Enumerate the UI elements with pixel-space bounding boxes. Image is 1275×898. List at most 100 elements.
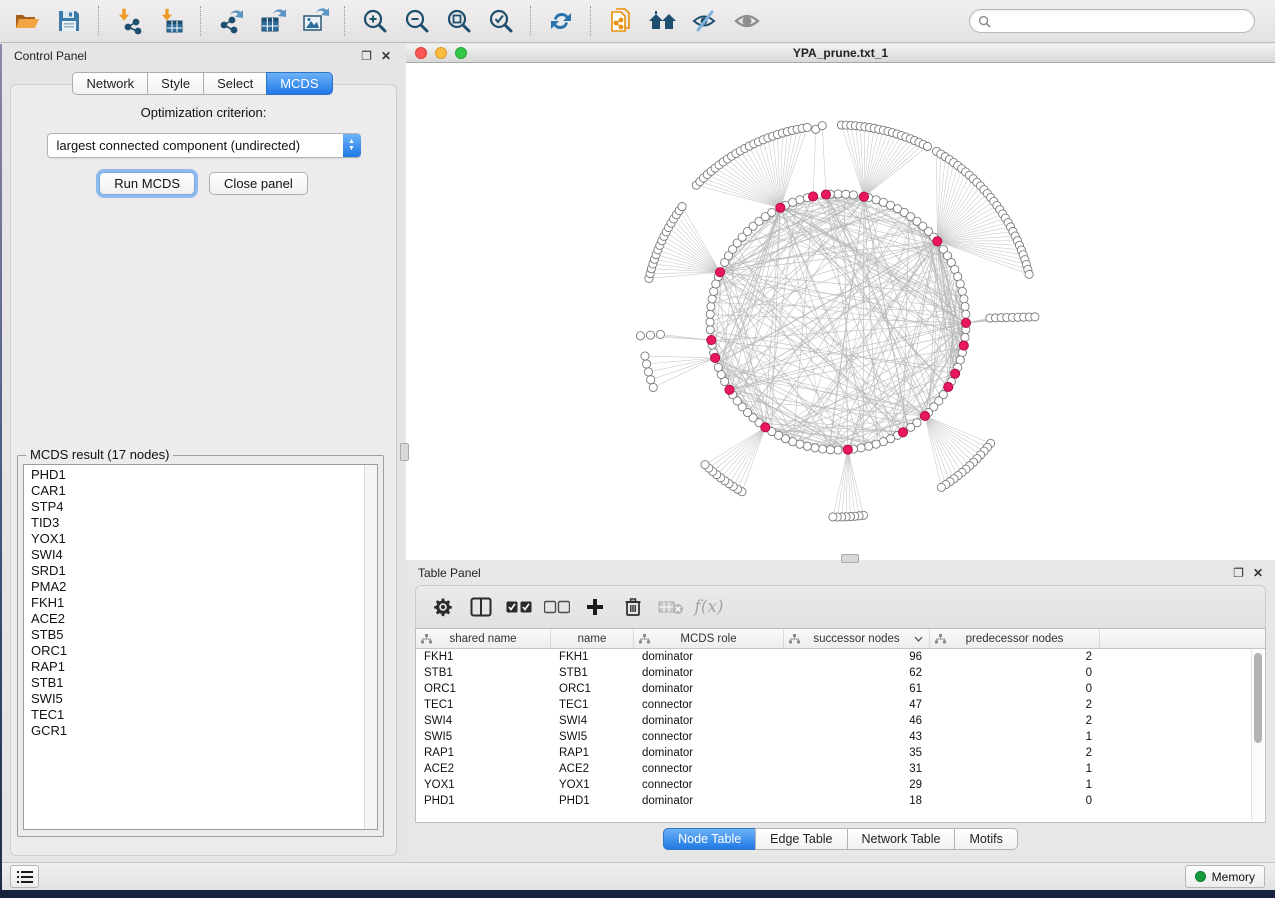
satellite-node[interactable]: [818, 122, 826, 130]
table-cell[interactable]: dominator: [634, 795, 784, 807]
mcds-dominator-node[interactable]: [821, 190, 830, 199]
search-input[interactable]: [996, 13, 1246, 29]
table-row[interactable]: SWI4SWI4dominator462: [416, 713, 1265, 729]
table-row[interactable]: TEC1TEC1connector472: [416, 697, 1265, 713]
satellite-node[interactable]: [642, 360, 650, 368]
network-node[interactable]: [857, 444, 865, 452]
table-cell[interactable]: YOX1: [551, 779, 634, 791]
mcds-result-item[interactable]: TEC1: [31, 707, 377, 723]
tab-style[interactable]: Style: [147, 72, 203, 95]
tab-select[interactable]: Select: [203, 72, 266, 95]
result-list-scrollbar[interactable]: [364, 465, 377, 829]
zoom-out-icon[interactable]: [399, 4, 435, 38]
mcds-dominator-node[interactable]: [725, 385, 734, 394]
table-cell[interactable]: 46: [784, 715, 930, 727]
satellite-node[interactable]: [656, 330, 664, 338]
table-cell[interactable]: ORC1: [551, 683, 634, 695]
table-cell[interactable]: dominator: [634, 747, 784, 759]
network-node[interactable]: [818, 445, 826, 453]
delete-table-icon[interactable]: [654, 591, 688, 623]
table-row[interactable]: SWI5SWI5connector431: [416, 729, 1265, 745]
network-node[interactable]: [842, 190, 850, 198]
column-header-predecessor-nodes[interactable]: predecessor nodes: [930, 629, 1100, 648]
mcds-dominator-node[interactable]: [761, 423, 770, 432]
mcds-dominator-node[interactable]: [961, 318, 970, 327]
table-cell[interactable]: 1: [930, 763, 1100, 775]
mcds-result-item[interactable]: RAP1: [31, 659, 377, 675]
close-table-panel-icon[interactable]: ✕: [1253, 567, 1263, 579]
mcds-dominator-node[interactable]: [933, 237, 942, 246]
network-node[interactable]: [961, 333, 969, 341]
satellite-node[interactable]: [636, 332, 644, 340]
satellite-node[interactable]: [678, 203, 686, 211]
table-cell[interactable]: 2: [930, 699, 1100, 711]
table-cell[interactable]: FKH1: [416, 651, 551, 663]
table-cell[interactable]: 18: [784, 795, 930, 807]
network-node[interactable]: [714, 363, 722, 371]
mcds-dominator-node[interactable]: [951, 369, 960, 378]
table-cell[interactable]: SWI4: [551, 715, 634, 727]
table-scrollbar-thumb[interactable]: [1254, 653, 1262, 743]
satellite-node[interactable]: [1025, 270, 1033, 278]
table-scrollbar[interactable]: [1251, 649, 1263, 820]
table-cell[interactable]: ACE2: [551, 763, 634, 775]
mcds-dominator-node[interactable]: [707, 335, 716, 344]
table-cell[interactable]: connector: [634, 779, 784, 791]
mcds-result-item[interactable]: SWI4: [31, 547, 377, 563]
network-node[interactable]: [826, 446, 834, 454]
table-cell[interactable]: STB1: [551, 667, 634, 679]
first-neighbors-icon[interactable]: [645, 4, 681, 38]
table-cell[interactable]: dominator: [634, 651, 784, 663]
network-node[interactable]: [710, 287, 718, 295]
table-cell[interactable]: connector: [634, 699, 784, 711]
import-network-icon[interactable]: [111, 4, 147, 38]
table-cell[interactable]: 31: [784, 763, 930, 775]
table-cell[interactable]: FKH1: [551, 651, 634, 663]
export-network-icon[interactable]: [213, 4, 249, 38]
satellite-node[interactable]: [829, 513, 837, 521]
mcds-result-item[interactable]: PHD1: [31, 467, 377, 483]
table-cell[interactable]: 1: [930, 731, 1100, 743]
open-session-icon[interactable]: [9, 4, 45, 38]
table-cell[interactable]: TEC1: [551, 699, 634, 711]
table-row[interactable]: PHD1PHD1dominator180: [416, 793, 1265, 809]
network-node[interactable]: [796, 196, 804, 204]
add-column-icon[interactable]: [578, 591, 612, 623]
network-window-titlebar[interactable]: YPA_prune.txt_1: [406, 44, 1275, 63]
satellite-node[interactable]: [649, 383, 657, 391]
mcds-result-item[interactable]: ORC1: [31, 643, 377, 659]
table-cell[interactable]: 0: [930, 795, 1100, 807]
table-cell[interactable]: SWI5: [551, 731, 634, 743]
close-panel-button[interactable]: Close panel: [209, 172, 308, 195]
import-table-icon[interactable]: [153, 4, 189, 38]
memory-button[interactable]: Memory: [1185, 865, 1265, 888]
column-header-MCDS-role[interactable]: MCDS role: [634, 629, 784, 648]
table-cell[interactable]: STB1: [416, 667, 551, 679]
satellite-node[interactable]: [937, 483, 945, 491]
satellite-node[interactable]: [644, 368, 652, 376]
column-header-name[interactable]: name: [551, 629, 634, 648]
mcds-result-item[interactable]: TID3: [31, 515, 377, 531]
criterion-dropdown[interactable]: largest connected component (undirected)…: [47, 133, 361, 158]
mcds-dominator-node[interactable]: [776, 203, 785, 212]
table-cell[interactable]: TEC1: [416, 699, 551, 711]
mcds-result-item[interactable]: STB1: [31, 675, 377, 691]
export-table-icon[interactable]: [255, 4, 291, 38]
tab-edge-table[interactable]: Edge Table: [755, 828, 846, 850]
table-cell[interactable]: 96: [784, 651, 930, 663]
satellite-node[interactable]: [641, 352, 649, 360]
network-node[interactable]: [811, 444, 819, 452]
export-image-icon[interactable]: [297, 4, 333, 38]
vertical-splitter-handle[interactable]: [400, 443, 409, 461]
mcds-dominator-node[interactable]: [898, 428, 907, 437]
tab-motifs[interactable]: Motifs: [954, 828, 1017, 850]
network-node[interactable]: [872, 440, 880, 448]
tab-network[interactable]: Network: [72, 72, 147, 95]
table-cell[interactable]: SWI4: [416, 715, 551, 727]
mcds-dominator-node[interactable]: [944, 382, 953, 391]
table-cell[interactable]: connector: [634, 763, 784, 775]
table-options-gear-icon[interactable]: [426, 591, 460, 623]
table-cell[interactable]: PHD1: [551, 795, 634, 807]
table-cell[interactable]: dominator: [634, 683, 784, 695]
table-cell[interactable]: YOX1: [416, 779, 551, 791]
